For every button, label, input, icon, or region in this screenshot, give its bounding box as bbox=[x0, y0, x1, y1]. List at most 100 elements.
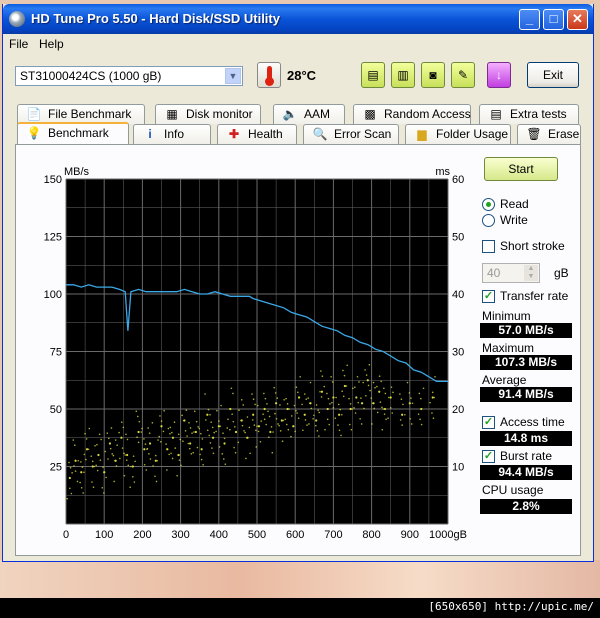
tab-health[interactable]: ✚ Health bbox=[217, 124, 297, 144]
screenshot-button[interactable]: ◙ bbox=[421, 62, 445, 88]
tab-error-scan[interactable]: 🔍 Error Scan bbox=[303, 124, 399, 144]
access-time-point bbox=[206, 429, 209, 432]
chart-svg: MB/s ms1501251007550256050403020100 100 200… bbox=[44, 166, 467, 541]
access-time-point bbox=[237, 441, 240, 444]
access-time-point bbox=[365, 394, 367, 397]
access-time-point bbox=[315, 424, 317, 427]
read-radio[interactable]: Read bbox=[482, 197, 572, 213]
access-time-point bbox=[131, 465, 134, 468]
access-time-point bbox=[126, 453, 129, 457]
chevron-down-icon[interactable]: ▼ bbox=[225, 68, 241, 84]
minimize-button[interactable]: _ bbox=[519, 9, 540, 30]
tab-erase[interactable]: 🗑 Erase bbox=[517, 124, 581, 144]
access-time-point bbox=[204, 393, 206, 395]
access-time-point bbox=[120, 421, 123, 424]
desktop: HD Tune Pro 5.50 - Hard Disk/SSD Utility… bbox=[0, 0, 600, 618]
access-time-point bbox=[431, 412, 433, 414]
access-time-point bbox=[85, 438, 88, 440]
access-time-point bbox=[402, 403, 404, 406]
access-time-point bbox=[401, 413, 404, 416]
options-button[interactable]: ✎ bbox=[451, 62, 475, 88]
access-time-point bbox=[206, 413, 209, 416]
access-time-point bbox=[331, 381, 334, 383]
copy-screen-button[interactable]: ▥ bbox=[391, 62, 415, 88]
access-time-point bbox=[257, 425, 261, 428]
access-time-point bbox=[68, 461, 70, 464]
access-time-point bbox=[113, 480, 115, 483]
tab-disk-monitor[interactable]: ▦ Disk monitor bbox=[155, 104, 261, 124]
access-time-point bbox=[400, 398, 403, 401]
access-time-point bbox=[302, 429, 304, 432]
menu-file[interactable]: File bbox=[9, 37, 28, 51]
tab-label: Erase bbox=[548, 127, 580, 141]
start-button[interactable]: Start bbox=[484, 157, 558, 181]
access-time-point bbox=[376, 411, 379, 414]
access-time-point bbox=[290, 435, 292, 438]
drive-select[interactable]: ST31000424CS (1000 gB) ▼ bbox=[15, 66, 243, 86]
access-time-point bbox=[297, 417, 300, 419]
access-time-point bbox=[299, 376, 301, 378]
x-tick-label: 500 bbox=[248, 529, 266, 541]
short-stroke-checkbox[interactable]: Short stroke bbox=[482, 239, 582, 255]
access-time-point bbox=[420, 397, 422, 400]
access-time-point bbox=[154, 475, 156, 478]
access-time-point bbox=[229, 408, 232, 410]
access-time-checkbox[interactable]: ✓ Access time bbox=[482, 415, 582, 431]
access-time-point bbox=[271, 451, 274, 454]
window-title: HD Tune Pro 5.50 - Hard Disk/SSD Utility bbox=[31, 11, 280, 26]
menu-bar: File Help bbox=[3, 34, 593, 54]
close-button[interactable]: ✕ bbox=[567, 9, 588, 30]
access-time-point bbox=[251, 419, 254, 421]
tab-file-benchmark[interactable]: 📄 File Benchmark bbox=[17, 104, 145, 124]
y-axis-left-label: MB/s bbox=[64, 166, 90, 178]
maximize-button[interactable]: □ bbox=[543, 9, 564, 30]
thermometer-icon bbox=[257, 62, 281, 88]
access-time-point bbox=[274, 392, 277, 394]
access-time-point bbox=[348, 397, 350, 400]
access-time-point bbox=[211, 436, 215, 439]
tab-aam[interactable]: 🔈 AAM bbox=[273, 104, 345, 124]
save-button[interactable]: ↓ bbox=[487, 62, 511, 88]
access-time-point bbox=[385, 418, 387, 421]
access-time-point bbox=[219, 425, 222, 428]
access-time-point bbox=[243, 430, 245, 432]
access-time-point bbox=[317, 409, 319, 411]
y-tick-label: 50 bbox=[50, 404, 62, 416]
access-time-point bbox=[192, 451, 195, 454]
access-time-point bbox=[356, 376, 359, 378]
tab-row-top: 📄 File Benchmark ▦ Disk monitor 🔈 AAM ▩ … bbox=[17, 104, 581, 124]
transfer-rate-checkbox[interactable]: ✓ Transfer rate bbox=[482, 289, 582, 305]
access-time-point bbox=[374, 386, 376, 389]
tab-random-access[interactable]: ▩ Random Access bbox=[353, 104, 471, 124]
access-time-point bbox=[279, 404, 281, 406]
access-time-point bbox=[383, 407, 387, 411]
access-time-point bbox=[324, 428, 326, 431]
app-window: HD Tune Pro 5.50 - Hard Disk/SSD Utility… bbox=[2, 4, 594, 562]
copy-text-button[interactable]: ▤ bbox=[361, 62, 385, 88]
access-time-point bbox=[341, 413, 343, 416]
stroke-size-value: 40 bbox=[487, 266, 501, 280]
tab-info[interactable]: i Info bbox=[133, 124, 211, 144]
access-time-point bbox=[182, 419, 185, 422]
burst-rate-checkbox[interactable]: ✓ Burst rate bbox=[482, 449, 582, 465]
access-time-point bbox=[354, 412, 357, 414]
access-time-point bbox=[255, 429, 257, 432]
access-time-point bbox=[167, 427, 170, 430]
access-time-point bbox=[103, 492, 105, 494]
access-time-point bbox=[326, 418, 329, 421]
maximum-label: Maximum bbox=[482, 341, 535, 355]
exit-button[interactable]: Exit bbox=[527, 62, 579, 88]
access-time-point bbox=[277, 423, 279, 425]
stroke-size-input[interactable]: 40 ▲ ▼ bbox=[482, 263, 540, 283]
write-radio[interactable]: Write bbox=[482, 213, 572, 229]
tab-extra-tests[interactable]: ▤ Extra tests bbox=[479, 104, 579, 124]
access-time-point bbox=[249, 452, 251, 455]
access-time-point bbox=[264, 397, 267, 400]
tab-folder-usage[interactable]: ▆ Folder Usage bbox=[405, 124, 511, 144]
menu-help[interactable]: Help bbox=[39, 37, 64, 51]
title-bar[interactable]: HD Tune Pro 5.50 - Hard Disk/SSD Utility… bbox=[3, 4, 593, 34]
tab-benchmark[interactable]: 💡 Benchmark bbox=[17, 122, 129, 144]
access-time-point bbox=[189, 427, 192, 429]
spin-arrows-icon[interactable]: ▲ ▼ bbox=[524, 265, 538, 281]
access-time-point bbox=[224, 463, 227, 466]
